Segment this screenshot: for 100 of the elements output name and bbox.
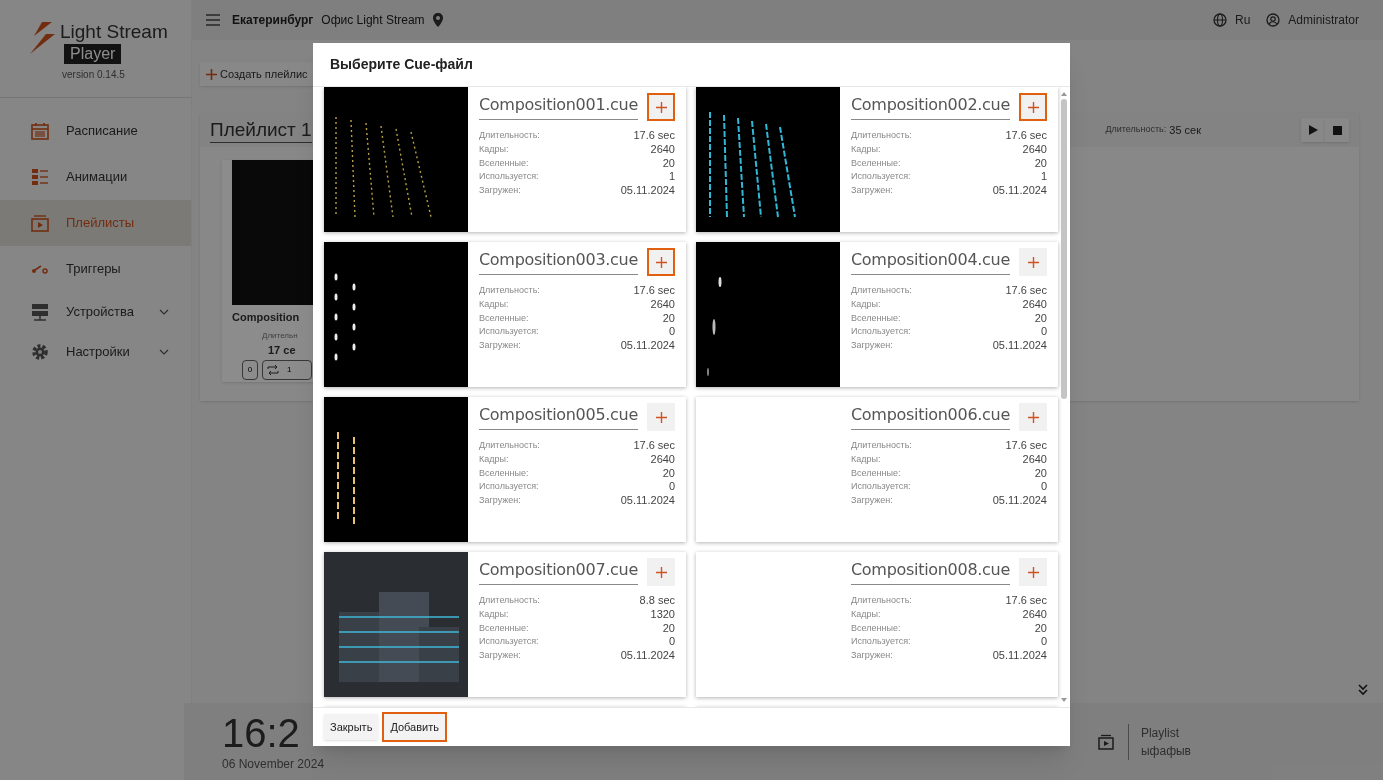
- file-card[interactable]: Composition004.cue Длительность: 17.6 sec Кадры: 2640 Вселенные: 20 Используется: 0 Загружен: 05.11.2024: [696, 242, 1058, 387]
- field-value: 05.11.2024: [991, 649, 1047, 663]
- repeat-icon: [267, 365, 279, 375]
- sidebar-item[interactable]: Настройки: [0, 332, 191, 372]
- repeat-field[interactable]: 1: [262, 360, 312, 380]
- field-label: Длительность:: [851, 594, 912, 607]
- field-label: Кадры:: [851, 607, 882, 621]
- playlist-title[interactable]: Плейлист 1: [210, 117, 312, 143]
- user-name[interactable]: Administrator: [1288, 11, 1359, 29]
- plus-icon: [1027, 101, 1039, 113]
- file-card[interactable]: Composition002.cue Длительность: 17.6 sec Кадры: 2640 Вселенные: 20 Используется: 1 Загружен: 05.11.2024: [696, 87, 1058, 232]
- product-badge: Player: [64, 44, 122, 64]
- add-button[interactable]: [647, 93, 675, 121]
- sidebar-item[interactable]: Анимации: [0, 154, 191, 200]
- field-value: 05.11.2024: [619, 494, 675, 508]
- stop-button[interactable]: [1325, 118, 1349, 142]
- city-text: Екатеринбург: [232, 12, 314, 29]
- scrollbar-thumb[interactable]: [1061, 99, 1067, 399]
- create-playlist-button[interactable]: Создать плейлис: [200, 62, 314, 86]
- field-value: 2640: [1021, 607, 1047, 622]
- sidebar-item[interactable]: Устройства: [0, 292, 191, 332]
- field-label: Используется:: [479, 635, 540, 649]
- add-button[interactable]: [1019, 403, 1047, 431]
- field-value: 17.6 sec: [1004, 594, 1047, 608]
- add-button[interactable]: [1019, 558, 1047, 586]
- field-label: Кадры:: [851, 142, 882, 156]
- count-field[interactable]: 0: [242, 360, 258, 380]
- field-value: 20: [661, 156, 675, 171]
- field-value: 20: [1033, 466, 1047, 481]
- field-label: Загружен:: [479, 649, 522, 663]
- field-label: Кадры:: [479, 142, 510, 156]
- field-label: Вселенные:: [479, 156, 530, 170]
- file-card[interactable]: Composition007.cue Длительность: 8.8 sec Кадры: 1320 Вселенные: 20 Используется: 0 Загружен: 05.11.2024: [324, 552, 686, 697]
- field-label: Загружен:: [851, 184, 894, 198]
- field-value: 1320: [649, 607, 675, 622]
- playlist-name: ыфафыв: [1140, 742, 1191, 760]
- file-name: Composition003.cue: [479, 248, 638, 275]
- field-label: Используется:: [851, 635, 912, 649]
- add-button[interactable]: [1019, 93, 1047, 121]
- field-value: 17.6 sec: [632, 284, 675, 298]
- field-value: 0: [667, 635, 675, 650]
- sidebar-item[interactable]: Триггеры: [0, 246, 191, 292]
- scrollbar[interactable]: [1060, 91, 1068, 703]
- field-value: 0: [1039, 325, 1047, 340]
- field-label: Кадры:: [851, 297, 882, 311]
- field-value: 17.6 sec: [1004, 439, 1047, 453]
- file-card[interactable]: Composition008.cue Длительность: 17.6 sec Кадры: 2640 Вселенные: 20 Используется: 0 Загружен: 05.11.2024: [696, 552, 1058, 697]
- add-button[interactable]: [647, 403, 675, 431]
- date-text: 06 November 2024: [222, 755, 325, 773]
- file-name: Composition007.cue: [479, 558, 638, 585]
- language-text[interactable]: Ru: [1234, 11, 1251, 29]
- file-card[interactable]: Composition006.cue Длительность: 17.6 sec Кадры: 2640 Вселенные: 20 Используется: 0 Загружен: 05.11.2024: [696, 397, 1058, 542]
- field-label: Длительность:: [479, 439, 540, 452]
- field-value: 0: [1039, 480, 1047, 495]
- field-value: 17.6 sec: [1004, 284, 1047, 298]
- playlist-label: Playlist: [1140, 724, 1180, 742]
- menu-icon: [206, 14, 220, 26]
- field-label: Загружен:: [851, 649, 894, 663]
- field-label: Вселенные:: [851, 466, 902, 480]
- server-icon: [30, 302, 50, 322]
- scroll-up-icon[interactable]: [1060, 91, 1068, 97]
- sidebar-item[interactable]: Расписание: [0, 108, 191, 154]
- add-button[interactable]: [647, 248, 675, 276]
- play-button[interactable]: [1301, 118, 1325, 142]
- file-name: Composition006.cue: [851, 403, 1010, 430]
- field-value: 20: [661, 621, 675, 636]
- add-selected-button[interactable]: Добавить: [384, 714, 445, 740]
- file-card[interactable]: Composition005.cue Длительность: 17.6 sec Кадры: 2640 Вселенные: 20 Используется: 0 Загружен: 05.11.2024: [324, 397, 686, 542]
- field-label: Вселенные:: [851, 621, 902, 635]
- globe-icon: [1212, 13, 1227, 27]
- field-value: 20: [1033, 311, 1047, 326]
- item-duration-label: Длительн: [261, 329, 298, 342]
- add-button[interactable]: [1019, 248, 1047, 276]
- field-label: Кадры:: [479, 607, 510, 621]
- field-value: 05.11.2024: [619, 649, 675, 663]
- calendar-icon: [30, 121, 50, 141]
- field-value: 20: [1033, 156, 1047, 171]
- logo-text: Light Stream: [60, 20, 168, 44]
- clock-text: 16:2: [222, 710, 301, 755]
- close-button[interactable]: Закрыть: [324, 714, 379, 740]
- field-label: Длительность:: [479, 284, 540, 297]
- file-card[interactable]: Composition001.cue Длительность: 17.6 sec Кадры: 2640 Вселенные: 20 Используется: 1 Загружен: 05.11.2024: [324, 87, 686, 232]
- field-value: 17.6 sec: [632, 439, 675, 453]
- field-value: 1: [667, 170, 675, 185]
- field-value: 05.11.2024: [619, 339, 675, 353]
- field-label: Загружен:: [479, 184, 522, 198]
- plus-icon: [1027, 256, 1039, 268]
- field-label: Кадры:: [479, 297, 510, 311]
- plus-icon: [206, 68, 217, 80]
- logo-icon: [28, 20, 56, 56]
- field-label: Используется:: [479, 325, 540, 339]
- field-label: Используется:: [851, 170, 912, 184]
- field-label: Используется:: [851, 325, 912, 339]
- field-value: 05.11.2024: [991, 184, 1047, 198]
- field-label: Длительность:: [851, 284, 912, 297]
- file-card[interactable]: Composition003.cue Длительность: 17.6 sec Кадры: 2640 Вселенные: 20 Используется: 0 Загружен: 05.11.2024: [324, 242, 686, 387]
- field-value: 2640: [649, 297, 675, 312]
- add-button[interactable]: [647, 558, 675, 586]
- field-value: 2640: [1021, 142, 1047, 157]
- plus-icon: [655, 256, 667, 268]
